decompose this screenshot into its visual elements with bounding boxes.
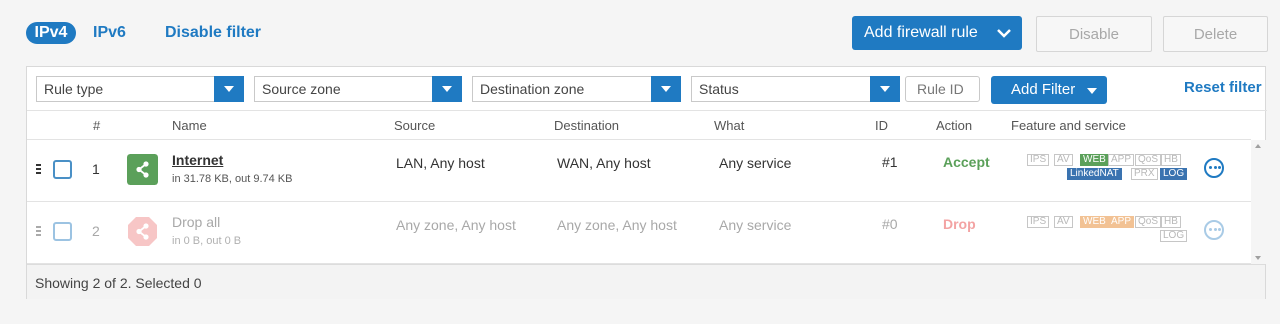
rule-action: Drop [943, 216, 976, 232]
rule-name-link[interactable]: Drop all [172, 214, 220, 230]
rule-action: Accept [943, 154, 990, 170]
tag-hb: HB [1161, 216, 1181, 228]
table-header: # Name Source Destination What ID Action… [27, 111, 1251, 140]
tag-linkednat: LinkedNAT [1067, 168, 1122, 180]
tag-log: LOG [1160, 168, 1188, 180]
drag-handle-icon[interactable] [36, 164, 41, 174]
rule-name-link[interactable]: Internet [172, 152, 223, 168]
row-number: 1 [92, 161, 100, 177]
col-what: What [714, 118, 745, 133]
scroll-up-icon[interactable] [1255, 144, 1261, 148]
status-select[interactable]: Status [691, 76, 900, 102]
add-firewall-rule-label: Add firewall rule [864, 24, 978, 41]
col-number: # [93, 118, 101, 133]
drag-handle-icon[interactable] [36, 226, 41, 236]
destination-zone-value: Destination zone [480, 81, 585, 97]
rule-what: Any service [719, 217, 792, 233]
tab-ipv6[interactable]: IPv6 [93, 22, 126, 44]
add-firewall-rule-button[interactable]: Add firewall rule [852, 16, 1022, 50]
tag-qos: QoS [1135, 154, 1162, 166]
feature-tags: IPS AV WEB APP QoS HB LinkedNAT PRX LOG [1027, 154, 1188, 184]
tag-av: AV [1054, 216, 1073, 228]
rule-destination: WAN, Any host [557, 155, 651, 171]
col-action: Action [936, 118, 973, 133]
tag-app: APP [1108, 216, 1135, 228]
rule-destination: Any zone, Any host [557, 217, 677, 233]
selection-status: Showing 2 of 2. Selected 0 [35, 275, 202, 291]
disable-button[interactable]: Disable [1036, 16, 1152, 52]
rule-type-select[interactable]: Rule type [36, 76, 244, 102]
rule-traffic: in 31.78 KB, out 9.74 KB [172, 173, 293, 185]
rule-id: #0 [882, 216, 898, 232]
table-footer: Showing 2 of 2. Selected 0 [27, 264, 1265, 299]
scroll-down-icon[interactable] [1255, 256, 1261, 260]
table-row[interactable]: 1 Internet in 31.78 KB, out 9.74 KB LAN,… [27, 140, 1251, 202]
delete-button[interactable]: Delete [1163, 16, 1268, 52]
rule-what: Any service [719, 155, 792, 171]
share-icon [127, 154, 158, 185]
tag-qos: QoS [1135, 216, 1162, 228]
dropdown-arrow-icon[interactable] [214, 76, 244, 102]
tab-ipv4[interactable]: IPv4 [26, 22, 76, 44]
status-value: Status [699, 81, 739, 97]
scrollbar[interactable] [1251, 140, 1266, 264]
col-source: Source [394, 118, 436, 133]
tag-av: AV [1054, 154, 1073, 166]
col-name: Name [172, 118, 207, 133]
dropdown-arrow-icon[interactable] [432, 76, 462, 102]
col-id: ID [875, 118, 888, 133]
add-filter-button[interactable]: Add Filter [991, 76, 1107, 104]
source-zone-value: Source zone [262, 81, 341, 97]
rule-id-input[interactable]: Rule ID [905, 76, 980, 102]
source-zone-select[interactable]: Source zone [254, 76, 462, 102]
more-options-icon[interactable] [1204, 220, 1224, 240]
dropdown-arrow-icon[interactable] [870, 76, 900, 102]
rule-traffic: in 0 B, out 0 B [172, 235, 242, 247]
tag-ips: IPS [1027, 216, 1050, 228]
share-icon [128, 217, 157, 246]
dropdown-arrow-icon[interactable] [651, 76, 681, 102]
tag-prx: PRX [1131, 168, 1158, 180]
row-checkbox[interactable] [53, 222, 72, 241]
tag-hb: HB [1161, 154, 1181, 166]
table-row[interactable]: 2 Drop all in 0 B, out 0 B Any zone, Any… [27, 202, 1251, 264]
feature-tags: IPS AV WEB APP QoS HB LOG [1027, 216, 1188, 246]
filter-bar: Rule type Source zone Destination zone S… [27, 67, 1267, 111]
row-number: 2 [92, 223, 100, 239]
chevron-down-icon [997, 29, 1011, 38]
rule-type-value: Rule type [44, 81, 104, 97]
rule-source: Any zone, Any host [396, 217, 516, 233]
destination-zone-select[interactable]: Destination zone [472, 76, 681, 102]
more-options-icon[interactable] [1204, 158, 1224, 178]
row-checkbox[interactable] [53, 160, 72, 179]
reset-filter-link[interactable]: Reset filter [1184, 79, 1262, 96]
rules-panel: Rule type Source zone Destination zone S… [26, 66, 1267, 299]
disable-filter-link[interactable]: Disable filter [165, 22, 261, 44]
tag-web: WEB [1080, 216, 1109, 228]
tag-ips: IPS [1027, 154, 1050, 166]
rule-id: #1 [882, 154, 898, 170]
col-feature: Feature and service [1011, 118, 1126, 133]
tag-log: LOG [1160, 230, 1188, 242]
rule-source: LAN, Any host [396, 155, 485, 171]
tag-web: WEB [1080, 154, 1109, 166]
col-destination: Destination [554, 118, 620, 133]
tag-app: APP [1108, 154, 1135, 166]
